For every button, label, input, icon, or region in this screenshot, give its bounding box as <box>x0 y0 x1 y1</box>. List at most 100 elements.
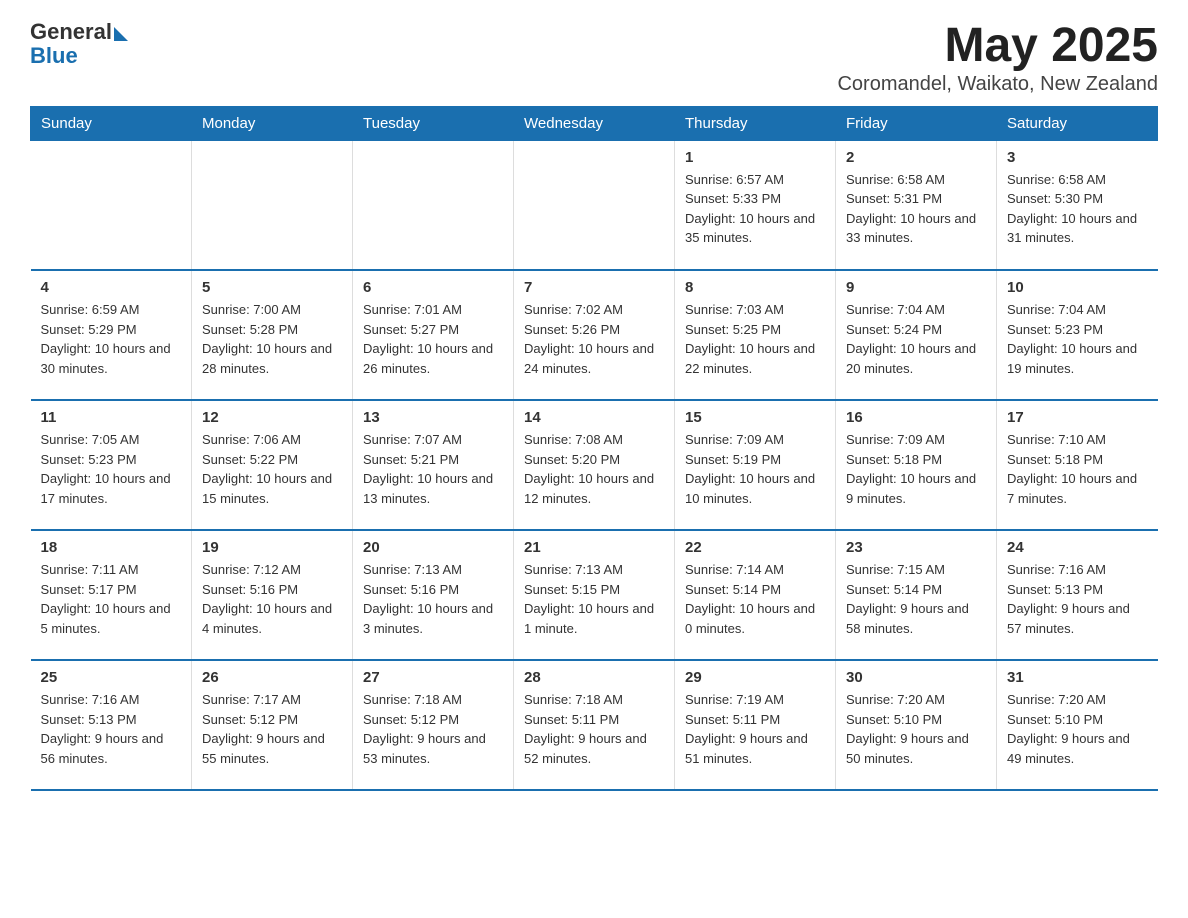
col-wednesday: Wednesday <box>514 106 675 140</box>
day-number: 28 <box>524 669 664 686</box>
day-number: 24 <box>1007 539 1148 556</box>
table-row: 12 Sunrise: 7:06 AMSunset: 5:22 PMDaylig… <box>192 400 353 530</box>
table-row: 7 Sunrise: 7:02 AMSunset: 5:26 PMDayligh… <box>514 270 675 400</box>
day-number: 12 <box>202 409 342 426</box>
day-info: Sunrise: 7:09 AMSunset: 5:19 PMDaylight:… <box>685 432 815 506</box>
day-info: Sunrise: 7:15 AMSunset: 5:14 PMDaylight:… <box>846 562 969 636</box>
table-row: 10 Sunrise: 7:04 AMSunset: 5:23 PMDaylig… <box>997 270 1158 400</box>
day-number: 26 <box>202 669 342 686</box>
day-info: Sunrise: 6:58 AMSunset: 5:31 PMDaylight:… <box>846 172 976 246</box>
day-info: Sunrise: 7:07 AMSunset: 5:21 PMDaylight:… <box>363 432 493 506</box>
day-number: 30 <box>846 669 986 686</box>
calendar-header: Sunday Monday Tuesday Wednesday Thursday… <box>31 106 1158 140</box>
day-info: Sunrise: 6:58 AMSunset: 5:30 PMDaylight:… <box>1007 172 1137 246</box>
table-row: 28 Sunrise: 7:18 AMSunset: 5:11 PMDaylig… <box>514 660 675 790</box>
day-number: 14 <box>524 409 664 426</box>
day-number: 17 <box>1007 409 1148 426</box>
day-info: Sunrise: 7:04 AMSunset: 5:24 PMDaylight:… <box>846 302 976 376</box>
table-row: 4 Sunrise: 6:59 AMSunset: 5:29 PMDayligh… <box>31 270 192 400</box>
day-number: 21 <box>524 539 664 556</box>
day-info: Sunrise: 7:11 AMSunset: 5:17 PMDaylight:… <box>41 562 171 636</box>
day-info: Sunrise: 7:16 AMSunset: 5:13 PMDaylight:… <box>1007 562 1130 636</box>
col-sunday: Sunday <box>31 106 192 140</box>
table-row: 16 Sunrise: 7:09 AMSunset: 5:18 PMDaylig… <box>836 400 997 530</box>
table-row <box>192 140 353 270</box>
title-block: May 2025 Coromandel, Waikato, New Zealan… <box>837 20 1158 96</box>
table-row: 22 Sunrise: 7:14 AMSunset: 5:14 PMDaylig… <box>675 530 836 660</box>
table-row: 29 Sunrise: 7:19 AMSunset: 5:11 PMDaylig… <box>675 660 836 790</box>
day-number: 27 <box>363 669 503 686</box>
calendar-subtitle: Coromandel, Waikato, New Zealand <box>837 73 1158 96</box>
day-info: Sunrise: 7:01 AMSunset: 5:27 PMDaylight:… <box>363 302 493 376</box>
day-number: 25 <box>41 669 182 686</box>
table-row: 11 Sunrise: 7:05 AMSunset: 5:23 PMDaylig… <box>31 400 192 530</box>
day-info: Sunrise: 7:13 AMSunset: 5:15 PMDaylight:… <box>524 562 654 636</box>
table-row: 14 Sunrise: 7:08 AMSunset: 5:20 PMDaylig… <box>514 400 675 530</box>
table-row <box>31 140 192 270</box>
day-info: Sunrise: 7:00 AMSunset: 5:28 PMDaylight:… <box>202 302 332 376</box>
table-row <box>353 140 514 270</box>
calendar-body: 1 Sunrise: 6:57 AMSunset: 5:33 PMDayligh… <box>31 140 1158 790</box>
table-row: 19 Sunrise: 7:12 AMSunset: 5:16 PMDaylig… <box>192 530 353 660</box>
table-row: 13 Sunrise: 7:07 AMSunset: 5:21 PMDaylig… <box>353 400 514 530</box>
day-number: 29 <box>685 669 825 686</box>
logo-blue-text: Blue <box>30 44 128 68</box>
table-row: 3 Sunrise: 6:58 AMSunset: 5:30 PMDayligh… <box>997 140 1158 270</box>
day-info: Sunrise: 7:12 AMSunset: 5:16 PMDaylight:… <box>202 562 332 636</box>
day-info: Sunrise: 7:05 AMSunset: 5:23 PMDaylight:… <box>41 432 171 506</box>
day-number: 13 <box>363 409 503 426</box>
table-row: 9 Sunrise: 7:04 AMSunset: 5:24 PMDayligh… <box>836 270 997 400</box>
table-row: 24 Sunrise: 7:16 AMSunset: 5:13 PMDaylig… <box>997 530 1158 660</box>
table-row: 23 Sunrise: 7:15 AMSunset: 5:14 PMDaylig… <box>836 530 997 660</box>
logo: General Blue <box>30 20 128 68</box>
table-row: 25 Sunrise: 7:16 AMSunset: 5:13 PMDaylig… <box>31 660 192 790</box>
table-row: 18 Sunrise: 7:11 AMSunset: 5:17 PMDaylig… <box>31 530 192 660</box>
day-info: Sunrise: 7:02 AMSunset: 5:26 PMDaylight:… <box>524 302 654 376</box>
day-info: Sunrise: 7:20 AMSunset: 5:10 PMDaylight:… <box>846 692 969 766</box>
day-info: Sunrise: 7:03 AMSunset: 5:25 PMDaylight:… <box>685 302 815 376</box>
day-number: 11 <box>41 409 182 426</box>
day-info: Sunrise: 7:13 AMSunset: 5:16 PMDaylight:… <box>363 562 493 636</box>
table-row: 8 Sunrise: 7:03 AMSunset: 5:25 PMDayligh… <box>675 270 836 400</box>
day-number: 22 <box>685 539 825 556</box>
table-row: 20 Sunrise: 7:13 AMSunset: 5:16 PMDaylig… <box>353 530 514 660</box>
day-number: 3 <box>1007 149 1148 166</box>
table-row: 27 Sunrise: 7:18 AMSunset: 5:12 PMDaylig… <box>353 660 514 790</box>
day-info: Sunrise: 7:17 AMSunset: 5:12 PMDaylight:… <box>202 692 325 766</box>
table-row: 15 Sunrise: 7:09 AMSunset: 5:19 PMDaylig… <box>675 400 836 530</box>
day-info: Sunrise: 6:59 AMSunset: 5:29 PMDaylight:… <box>41 302 171 376</box>
table-row: 5 Sunrise: 7:00 AMSunset: 5:28 PMDayligh… <box>192 270 353 400</box>
col-monday: Monday <box>192 106 353 140</box>
day-info: Sunrise: 7:10 AMSunset: 5:18 PMDaylight:… <box>1007 432 1137 506</box>
calendar-title: May 2025 <box>837 20 1158 73</box>
day-info: Sunrise: 7:18 AMSunset: 5:11 PMDaylight:… <box>524 692 647 766</box>
day-number: 6 <box>363 279 503 296</box>
day-number: 20 <box>363 539 503 556</box>
table-row: 30 Sunrise: 7:20 AMSunset: 5:10 PMDaylig… <box>836 660 997 790</box>
day-info: Sunrise: 7:09 AMSunset: 5:18 PMDaylight:… <box>846 432 976 506</box>
page-header: General Blue May 2025 Coromandel, Waikat… <box>30 20 1158 96</box>
logo-general-text: General <box>30 20 112 44</box>
day-info: Sunrise: 7:04 AMSunset: 5:23 PMDaylight:… <box>1007 302 1137 376</box>
day-number: 31 <box>1007 669 1148 686</box>
day-number: 9 <box>846 279 986 296</box>
logo-arrow-icon <box>114 27 128 41</box>
day-info: Sunrise: 7:08 AMSunset: 5:20 PMDaylight:… <box>524 432 654 506</box>
calendar-table: Sunday Monday Tuesday Wednesday Thursday… <box>30 106 1158 792</box>
day-info: Sunrise: 7:19 AMSunset: 5:11 PMDaylight:… <box>685 692 808 766</box>
day-number: 2 <box>846 149 986 166</box>
day-info: Sunrise: 6:57 AMSunset: 5:33 PMDaylight:… <box>685 172 815 246</box>
day-number: 16 <box>846 409 986 426</box>
day-number: 1 <box>685 149 825 166</box>
day-info: Sunrise: 7:14 AMSunset: 5:14 PMDaylight:… <box>685 562 815 636</box>
day-number: 18 <box>41 539 182 556</box>
table-row: 6 Sunrise: 7:01 AMSunset: 5:27 PMDayligh… <box>353 270 514 400</box>
col-tuesday: Tuesday <box>353 106 514 140</box>
day-info: Sunrise: 7:18 AMSunset: 5:12 PMDaylight:… <box>363 692 486 766</box>
col-thursday: Thursday <box>675 106 836 140</box>
col-saturday: Saturday <box>997 106 1158 140</box>
day-number: 8 <box>685 279 825 296</box>
day-info: Sunrise: 7:20 AMSunset: 5:10 PMDaylight:… <box>1007 692 1130 766</box>
table-row: 31 Sunrise: 7:20 AMSunset: 5:10 PMDaylig… <box>997 660 1158 790</box>
table-row: 1 Sunrise: 6:57 AMSunset: 5:33 PMDayligh… <box>675 140 836 270</box>
